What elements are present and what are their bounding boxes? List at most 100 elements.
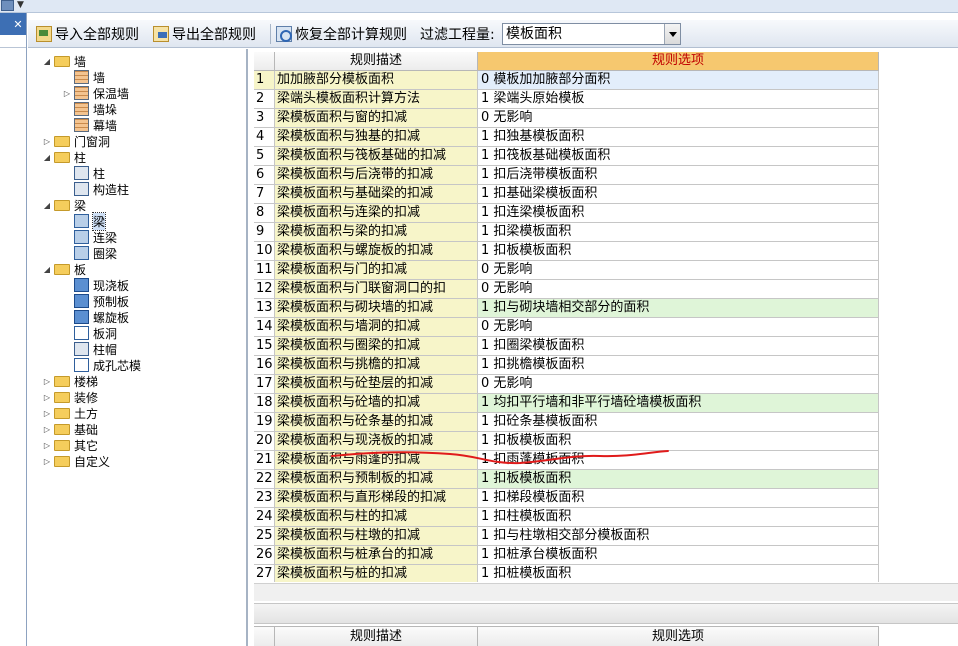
expand-arrow-icon[interactable]: ▷	[62, 89, 72, 98]
table-row[interactable]: 21 梁模板面积与雨蓬的扣减 1 扣雨蓬模板面积	[254, 451, 879, 470]
tree-item[interactable]: ▷ 自定义	[42, 453, 110, 469]
tree-item[interactable]: ▷ 其它	[42, 437, 98, 453]
rule-option-cell[interactable]: 0 无影响	[478, 318, 879, 337]
table-row[interactable]: 6 梁模板面积与后浇带的扣减 1 扣后浇带模板面积	[254, 166, 879, 185]
app-icon[interactable]	[1, 0, 14, 11]
close-icon[interactable]: ✕	[12, 19, 24, 31]
collapse-arrow-icon[interactable]: ◢	[42, 201, 52, 210]
rule-option-cell[interactable]: 1 扣桩承台模板面积	[478, 546, 879, 565]
table-row[interactable]: 25 梁模板面积与柱墩的扣减 1 扣与柱墩相交部分模板面积	[254, 527, 879, 546]
rule-option-cell[interactable]: 1 扣后浇带模板面积	[478, 166, 879, 185]
expand-arrow-icon[interactable]: ▷	[42, 425, 52, 434]
table-row[interactable]: 14 梁模板面积与墙洞的扣减 0 无影响	[254, 318, 879, 337]
import-all-rules-button[interactable]: 导入全部规则	[36, 23, 139, 45]
table-row[interactable]: 12 梁模板面积与门联窗洞口的扣 0 无影响	[254, 280, 879, 299]
tree-item[interactable]: ▷ 基础	[42, 421, 98, 437]
table-row[interactable]: 1 加加腋部分模板面积 0 模板加加腋部分面积	[254, 71, 879, 90]
table-row[interactable]: 8 梁模板面积与连梁的扣减 1 扣连梁模板面积	[254, 204, 879, 223]
table-row[interactable]: 20 梁模板面积与现浇板的扣减 1 扣板模板面积	[254, 432, 879, 451]
tree-item[interactable]: ◢ 板	[42, 261, 86, 277]
tree-item[interactable]: ▷ 保温墙	[62, 85, 129, 101]
table-row[interactable]: 10 梁模板面积与螺旋板的扣减 1 扣板模板面积	[254, 242, 879, 261]
expand-arrow-icon[interactable]: ▷	[42, 393, 52, 402]
rule-option-cell[interactable]: 1 扣筏板基础模板面积	[478, 147, 879, 166]
table-row[interactable]: 24 梁模板面积与柱的扣减 1 扣柱模板面积	[254, 508, 879, 527]
tree-item[interactable]: 预制板	[62, 293, 129, 309]
rule-option-cell[interactable]: 1 扣独基模板面积	[478, 128, 879, 147]
rule-option-cell[interactable]: 0 模板加加腋部分面积	[478, 71, 879, 90]
tree-item[interactable]: 墙垛	[62, 101, 117, 117]
collapse-arrow-icon[interactable]: ◢	[42, 153, 52, 162]
tree-item[interactable]: 螺旋板	[62, 309, 129, 325]
rule-option-cell[interactable]: 0 无影响	[478, 109, 879, 128]
tree-item[interactable]: 柱帽	[62, 341, 117, 357]
table-row[interactable]: 11 梁模板面积与门的扣减 0 无影响	[254, 261, 879, 280]
table-row[interactable]: 5 梁模板面积与筏板基础的扣减 1 扣筏板基础模板面积	[254, 147, 879, 166]
tree-item[interactable]: 幕墙	[62, 117, 117, 133]
chevron-down-icon[interactable]: ▼	[17, 0, 24, 11]
rule-option-cell[interactable]: 1 扣板模板面积	[478, 242, 879, 261]
rule-option-cell[interactable]: 1 扣挑檐模板面积	[478, 356, 879, 375]
rule-option-cell[interactable]: 1 扣柱模板面积	[478, 508, 879, 527]
table-row[interactable]: 19 梁模板面积与砼条基的扣减 1 扣砼条基模板面积	[254, 413, 879, 432]
rule-option-cell[interactable]: 1 扣梁模板面积	[478, 223, 879, 242]
column-header-description[interactable]: 规则描述	[275, 52, 478, 71]
rule-option-cell[interactable]: 1 扣砼条基模板面积	[478, 413, 879, 432]
table-row[interactable]: 15 梁模板面积与圈梁的扣减 1 扣圈梁模板面积	[254, 337, 879, 356]
rule-option-cell[interactable]: 1 均扣平行墙和非平行墙砼墙模板面积	[478, 394, 879, 413]
table-row[interactable]: 22 梁模板面积与预制板的扣减 1 扣板模板面积	[254, 470, 879, 489]
table-row[interactable]: 17 梁模板面积与砼垫层的扣减 0 无影响	[254, 375, 879, 394]
expand-arrow-icon[interactable]: ▷	[42, 409, 52, 418]
expand-arrow-icon[interactable]: ▷	[42, 441, 52, 450]
table-row[interactable]: 9 梁模板面积与梁的扣减 1 扣梁模板面积	[254, 223, 879, 242]
expand-arrow-icon[interactable]: ▷	[42, 137, 52, 146]
rule-option-cell[interactable]: 1 扣梯段模板面积	[478, 489, 879, 508]
tree-item[interactable]: ◢ 梁	[42, 197, 86, 213]
rule-option-cell[interactable]: 1 扣连梁模板面积	[478, 204, 879, 223]
horizontal-scrollbar[interactable]	[254, 583, 958, 601]
detail-column-header-description[interactable]: 规则描述	[275, 626, 478, 646]
tree-item[interactable]: ◢ 柱	[42, 149, 86, 165]
rule-option-cell[interactable]: 1 扣与柱墩相交部分模板面积	[478, 527, 879, 546]
tree-item[interactable]: 柱	[62, 165, 105, 181]
rule-option-cell[interactable]: 1 扣与砌块墙相交部分的面积	[478, 299, 879, 318]
table-row[interactable]: 23 梁模板面积与直形梯段的扣减 1 扣梯段模板面积	[254, 489, 879, 508]
rule-option-cell[interactable]: 1 扣圈梁模板面积	[478, 337, 879, 356]
table-row[interactable]: 18 梁模板面积与砼墙的扣减 1 均扣平行墙和非平行墙砼墙模板面积	[254, 394, 879, 413]
tree-item[interactable]: ▷ 楼梯	[42, 373, 98, 389]
tree-item[interactable]: 板洞	[62, 325, 117, 341]
table-row[interactable]: 27 梁模板面积与桩的扣减 1 扣桩模板面积	[254, 565, 879, 582]
tree-item[interactable]: 构造柱	[62, 181, 129, 197]
rule-option-cell[interactable]: 0 无影响	[478, 375, 879, 394]
rule-option-cell[interactable]: 1 梁端头原始模板	[478, 90, 879, 109]
export-all-rules-button[interactable]: 导出全部规则	[153, 23, 256, 45]
tree-item[interactable]: 连梁	[62, 229, 117, 245]
detail-column-header-option[interactable]: 规则选项	[478, 626, 879, 646]
collapse-arrow-icon[interactable]: ◢	[42, 265, 52, 274]
tree-item[interactable]: ◢ 墙	[42, 53, 86, 69]
tree-item[interactable]: ▷ 装修	[42, 389, 98, 405]
table-row[interactable]: 16 梁模板面积与挑檐的扣减 1 扣挑檐模板面积	[254, 356, 879, 375]
expand-arrow-icon[interactable]: ▷	[42, 377, 52, 386]
tree-item[interactable]: ▷ 门窗洞	[42, 133, 110, 149]
rule-option-cell[interactable]: 1 扣板模板面积	[478, 432, 879, 451]
rule-option-cell[interactable]: 0 无影响	[478, 280, 879, 299]
rule-option-cell[interactable]: 1 扣基础梁模板面积	[478, 185, 879, 204]
table-row[interactable]: 13 梁模板面积与砌块墙的扣减 1 扣与砌块墙相交部分的面积	[254, 299, 879, 318]
table-row[interactable]: 2 梁端头模板面积计算方法 1 梁端头原始模板	[254, 90, 879, 109]
filter-quantity-select[interactable]: 模板面积	[502, 23, 681, 45]
tree-item[interactable]: 成孔芯模	[62, 357, 141, 373]
tree-item[interactable]: 墙	[62, 69, 105, 85]
table-row[interactable]: 4 梁模板面积与独基的扣减 1 扣独基模板面积	[254, 128, 879, 147]
collapse-arrow-icon[interactable]: ◢	[42, 57, 52, 66]
rule-option-cell[interactable]: 1 扣雨蓬模板面积	[478, 451, 879, 470]
tree-item[interactable]: ▷ 土方	[42, 405, 98, 421]
restore-all-rules-button[interactable]: 恢复全部计算规则	[276, 23, 407, 45]
tree-item[interactable]: 梁	[62, 211, 107, 231]
rule-option-cell[interactable]: 0 无影响	[478, 261, 879, 280]
expand-arrow-icon[interactable]: ▷	[42, 457, 52, 466]
tree-item[interactable]: 现浇板	[62, 277, 129, 293]
dropdown-arrow-icon[interactable]	[664, 24, 680, 44]
table-row[interactable]: 7 梁模板面积与基础梁的扣减 1 扣基础梁模板面积	[254, 185, 879, 204]
table-row[interactable]: 26 梁模板面积与桩承台的扣减 1 扣桩承台模板面积	[254, 546, 879, 565]
